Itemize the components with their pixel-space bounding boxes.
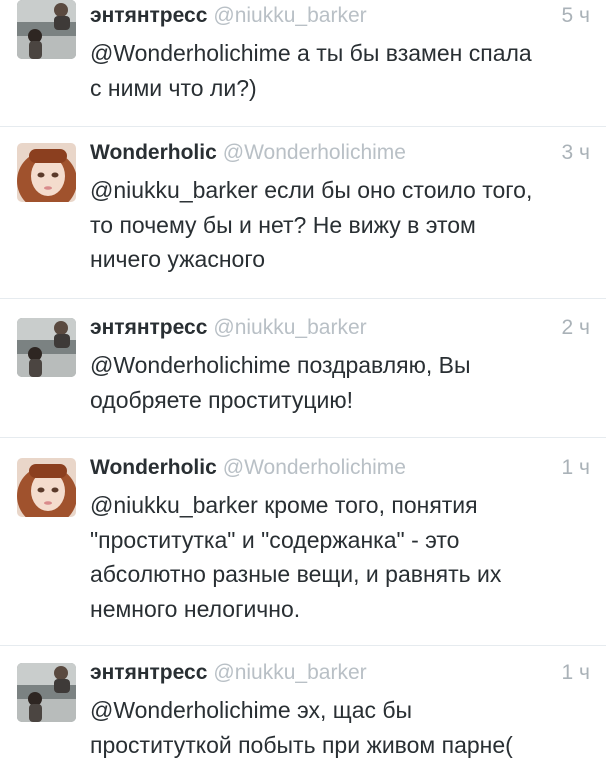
avatar-couple[interactable] — [17, 318, 76, 377]
tweet-text: @niukku_barker кроме того, понятия "прос… — [90, 488, 595, 626]
tweet-feed: энтянтресс @niukku_barker 5 ч @Wonderholi… — [0, 0, 606, 761]
author-handle[interactable]: @Wonderholichime — [223, 141, 406, 164]
author-handle[interactable]: @niukku_barker — [213, 661, 366, 684]
author-name[interactable]: энтянтресс — [90, 316, 207, 339]
tweet-text-line: "проститутка" и "содержанка" - это — [90, 523, 595, 558]
tweet-header: энтянтресс @niukku_barker 2 ч — [90, 316, 590, 346]
avatar-couple[interactable] — [17, 663, 76, 722]
author-handle[interactable]: @Wonderholichime — [223, 456, 406, 479]
tweet-text: @Wonderholichime а ты бы взамен спала с … — [90, 36, 595, 105]
tweet-header: Wonderholic @Wonderholichime 1 ч — [90, 456, 590, 486]
tweet-text-line: с ними что ли?) — [90, 71, 595, 106]
author-handle[interactable]: @niukku_barker — [213, 316, 366, 339]
tweet-text-line: одобряете проституцию! — [90, 383, 595, 418]
avatar-girl[interactable] — [17, 458, 76, 517]
avatar-girl-image — [17, 143, 76, 202]
tweet-text-line: то почему бы и нет? Не вижу в этом — [90, 208, 595, 243]
tweet-text-line: проституткой побыть при живом парне( — [90, 728, 595, 762]
author-name[interactable]: Wonderholic — [90, 141, 217, 164]
divider — [0, 437, 606, 438]
tweet-text-line: немного нелогично. — [90, 592, 595, 627]
tweet-timestamp[interactable]: 5 ч — [562, 4, 590, 28]
author-name[interactable]: энтянтресс — [90, 4, 207, 27]
tweet-text-line: @Wonderholichime эх, щас бы — [90, 693, 595, 728]
tweet-header: энтянтресс @niukku_barker 1 ч — [90, 661, 590, 691]
avatar-couple-image — [17, 663, 76, 722]
author-handle[interactable]: @niukku_barker — [213, 4, 366, 27]
tweet-timestamp[interactable]: 3 ч — [562, 141, 590, 165]
tweet-text: @Wonderholichime поздравляю, Вы одобряет… — [90, 348, 595, 417]
divider — [0, 298, 606, 299]
tweet-header: энтянтресс @niukku_barker 5 ч — [90, 4, 590, 34]
avatar-couple-image — [17, 318, 76, 377]
tweet-text-line: @niukku_barker кроме того, понятия — [90, 488, 595, 523]
divider — [0, 126, 606, 127]
tweet-text-line: абсолютно разные вещи, и равнять их — [90, 557, 595, 592]
author-name[interactable]: Wonderholic — [90, 456, 217, 479]
tweet-text-line: ничего ужасного — [90, 242, 595, 277]
tweet-text: @Wonderholichime эх, щас бы проституткой… — [90, 693, 595, 762]
tweet-timestamp[interactable]: 1 ч — [562, 661, 590, 685]
tweet-text-line: @niukku_barker если бы оно стоило того, — [90, 173, 595, 208]
avatar-girl-image — [17, 458, 76, 517]
tweet-header: Wonderholic @Wonderholichime 3 ч — [90, 141, 590, 171]
tweet-timestamp[interactable]: 2 ч — [562, 316, 590, 340]
tweet-text-line: @Wonderholichime а ты бы взамен спала — [90, 36, 595, 71]
tweet-timestamp[interactable]: 1 ч — [562, 456, 590, 480]
avatar-girl[interactable] — [17, 143, 76, 202]
avatar-couple[interactable] — [17, 0, 76, 59]
author-name[interactable]: энтянтресс — [90, 661, 207, 684]
tweet-text-line: @Wonderholichime поздравляю, Вы — [90, 348, 595, 383]
avatar-couple-image — [17, 0, 76, 59]
divider — [0, 645, 606, 646]
tweet-text: @niukku_barker если бы оно стоило того, … — [90, 173, 595, 277]
